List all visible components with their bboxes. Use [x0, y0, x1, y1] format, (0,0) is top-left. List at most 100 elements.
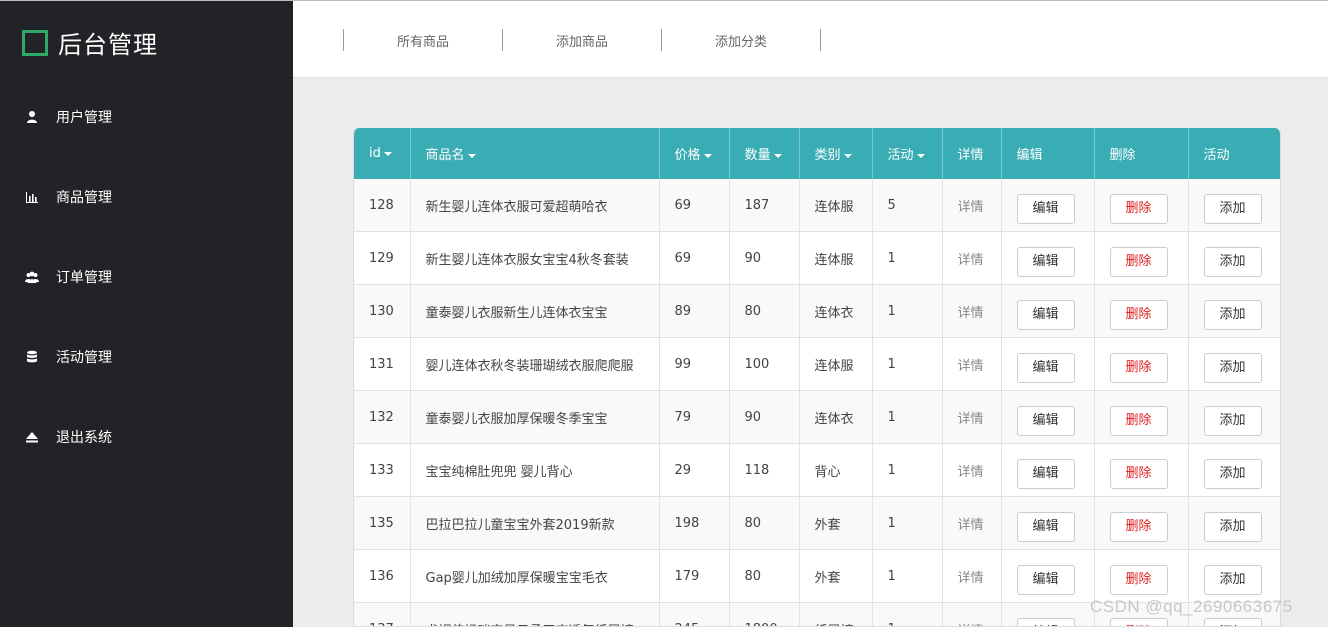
- cell-detail-link[interactable]: 详情: [942, 549, 1002, 603]
- edit-button[interactable]: 编辑: [1016, 300, 1075, 330]
- cell-detail-link[interactable]: 详情: [942, 337, 1002, 391]
- cell-edit: 编辑: [1001, 231, 1095, 285]
- add-activity-button[interactable]: 添加: [1203, 512, 1262, 542]
- cell-category: 连体服: [799, 337, 873, 391]
- cell-detail-link[interactable]: 详情: [942, 602, 1002, 626]
- add-activity-button[interactable]: 添加: [1203, 353, 1262, 383]
- sidebar-item-products[interactable]: 商品管理: [0, 157, 293, 237]
- product-table-body: 128 新生婴儿连体衣服可爱超萌哈衣 69 187 连体服 5 详情 编辑 删除 添加 129 新生婴…: [354, 179, 1280, 626]
- cell-id: 135: [354, 496, 411, 550]
- tab-add-category[interactable]: 添加分类: [661, 29, 821, 51]
- brand-logo-icon: [22, 29, 48, 56]
- cell-activity: 1: [872, 443, 943, 497]
- delete-button[interactable]: 删除: [1109, 300, 1168, 330]
- cell-delete: 删除: [1094, 337, 1189, 391]
- column-header-activity[interactable]: 活动: [872, 128, 943, 179]
- cell-delete: 删除: [1094, 179, 1189, 232]
- cell-activity: 1: [872, 496, 943, 550]
- add-activity-button[interactable]: 添加: [1203, 618, 1262, 626]
- cell-category: 连体衣: [799, 390, 873, 444]
- cell-edit: 编辑: [1001, 602, 1095, 626]
- edit-button[interactable]: 编辑: [1016, 353, 1075, 383]
- cell-quantity: 90: [729, 231, 800, 285]
- cell-quantity: 90: [729, 390, 800, 444]
- table-row: 133 宝宝纯棉肚兜兜 婴儿背心 29 118 背心 1 详情 编辑 删除 添加: [354, 443, 1280, 497]
- edit-button[interactable]: 编辑: [1016, 194, 1075, 224]
- table-row: 132 童泰婴儿衣服加厚保暖冬季宝宝 79 90 连体衣 1 详情 编辑 删除 添加: [354, 390, 1280, 444]
- cell-edit: 编辑: [1001, 179, 1095, 232]
- column-header-category[interactable]: 类别: [799, 128, 873, 179]
- delete-button[interactable]: 删除: [1109, 618, 1168, 626]
- edit-button[interactable]: 编辑: [1016, 247, 1075, 277]
- tab-all-products[interactable]: 所有商品: [343, 29, 502, 51]
- cell-edit: 编辑: [1001, 443, 1095, 497]
- cell-add: 添加: [1188, 390, 1280, 444]
- cell-detail-link[interactable]: 详情: [942, 443, 1002, 497]
- caret-down-icon: [383, 151, 392, 156]
- cell-name: 尤妮佳妈咪宝贝云柔干爽透气纸尿裤: [410, 602, 660, 626]
- delete-button[interactable]: 删除: [1109, 194, 1168, 224]
- sidebar-item-orders[interactable]: 订单管理: [0, 237, 293, 317]
- delete-button[interactable]: 删除: [1109, 459, 1168, 489]
- delete-button[interactable]: 删除: [1109, 353, 1168, 383]
- cell-detail-link[interactable]: 详情: [942, 390, 1002, 444]
- cell-add: 添加: [1188, 179, 1280, 232]
- edit-button[interactable]: 编辑: [1016, 565, 1075, 595]
- cell-detail-link[interactable]: 详情: [942, 284, 1002, 338]
- cell-category: 背心: [799, 443, 873, 497]
- add-activity-button[interactable]: 添加: [1203, 194, 1262, 224]
- add-activity-button[interactable]: 添加: [1203, 459, 1262, 489]
- cell-category: 纸尿裤: [799, 602, 873, 626]
- cell-activity: 1: [872, 337, 943, 391]
- column-header-delete: 删除: [1094, 128, 1189, 179]
- sidebar-item-users[interactable]: 用户管理: [0, 77, 293, 157]
- edit-button[interactable]: 编辑: [1016, 459, 1075, 489]
- cell-price: 179: [659, 549, 730, 603]
- cell-edit: 编辑: [1001, 549, 1095, 603]
- cell-id: 129: [354, 231, 411, 285]
- sidebar-item-activities[interactable]: 活动管理: [0, 317, 293, 397]
- add-activity-button[interactable]: 添加: [1203, 565, 1262, 595]
- caret-down-icon: [773, 153, 782, 158]
- sidebar-item-logout[interactable]: 退出系统: [0, 397, 293, 477]
- cell-add: 添加: [1188, 496, 1280, 550]
- add-activity-button[interactable]: 添加: [1203, 247, 1262, 277]
- edit-button[interactable]: 编辑: [1016, 406, 1075, 436]
- delete-button[interactable]: 删除: [1109, 512, 1168, 542]
- caret-down-icon: [703, 153, 712, 158]
- column-header-price[interactable]: 价格: [659, 128, 730, 179]
- cell-quantity: 80: [729, 549, 800, 603]
- cell-detail-link[interactable]: 详情: [942, 231, 1002, 285]
- column-header-detail: 详情: [942, 128, 1002, 179]
- column-header-id[interactable]: id: [354, 128, 411, 179]
- cell-id: 130: [354, 284, 411, 338]
- cell-detail-link[interactable]: 详情: [942, 496, 1002, 550]
- column-header-name[interactable]: 商品名: [410, 128, 660, 179]
- edit-button[interactable]: 编辑: [1016, 512, 1075, 542]
- sidebar-item-label: 商品管理: [56, 190, 112, 206]
- add-activity-button[interactable]: 添加: [1203, 300, 1262, 330]
- tab-add-product[interactable]: 添加商品: [502, 29, 661, 51]
- add-activity-button[interactable]: 添加: [1203, 406, 1262, 436]
- table-row: 131 婴儿连体衣秋冬装珊瑚绒衣服爬爬服 99 100 连体服 1 详情 编辑 删除 添加: [354, 337, 1280, 391]
- cell-add: 添加: [1188, 443, 1280, 497]
- cell-name: 婴儿连体衣秋冬装珊瑚绒衣服爬爬服: [410, 337, 660, 391]
- cell-quantity: 1800: [729, 602, 800, 626]
- top-bar: 所有商品 添加商品 添加分类: [293, 1, 1328, 78]
- cell-edit: 编辑: [1001, 337, 1095, 391]
- table-row: 129 新生婴儿连体衣服女宝宝4秋冬套装 69 90 连体服 1 详情 编辑 删除 添加: [354, 231, 1280, 285]
- cell-activity: 1: [872, 284, 943, 338]
- delete-button[interactable]: 删除: [1109, 406, 1168, 436]
- delete-button[interactable]: 删除: [1109, 565, 1168, 595]
- delete-button[interactable]: 删除: [1109, 247, 1168, 277]
- cell-category: 连体衣: [799, 284, 873, 338]
- cell-add: 添加: [1188, 549, 1280, 603]
- column-header-activity-action: 活动: [1188, 128, 1280, 179]
- caret-down-icon: [467, 153, 476, 158]
- cell-detail-link[interactable]: 详情: [942, 179, 1002, 232]
- caret-down-icon: [843, 153, 852, 158]
- column-header-quantity[interactable]: 数量: [729, 128, 800, 179]
- cell-price: 69: [659, 179, 730, 232]
- bar-chart-icon: [24, 189, 40, 205]
- edit-button[interactable]: 编辑: [1016, 618, 1075, 626]
